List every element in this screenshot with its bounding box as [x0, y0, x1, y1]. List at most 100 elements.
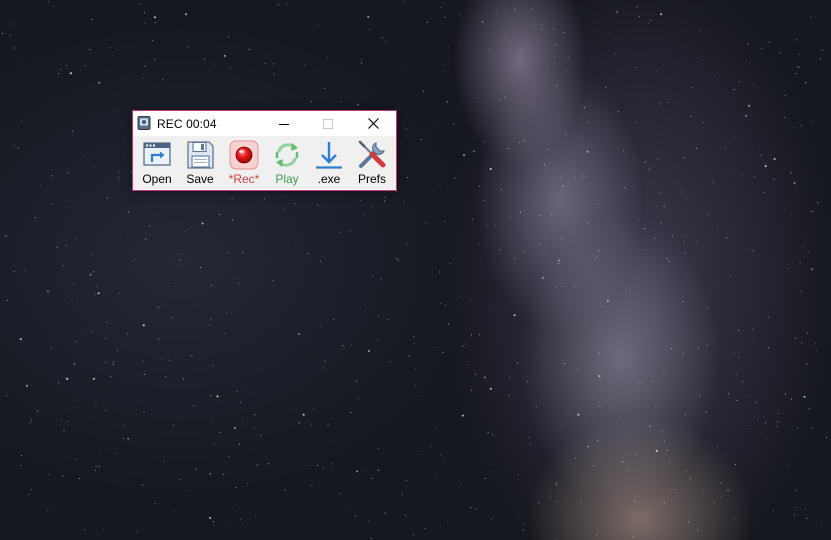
star: [96, 285, 98, 287]
star: [606, 299, 609, 302]
star: [149, 225, 151, 227]
star: [523, 140, 525, 141]
star: [663, 502, 665, 504]
star: [95, 293, 97, 295]
title-bar[interactable]: REC 00:04: [133, 111, 396, 136]
star: [491, 434, 493, 435]
star: [498, 99, 500, 101]
star: [324, 360, 326, 362]
star: [20, 464, 22, 466]
star: [347, 231, 349, 232]
star: [73, 283, 75, 284]
star: [473, 150, 476, 153]
record-button[interactable]: *Rec*: [221, 136, 267, 189]
star: [351, 230, 352, 232]
star: [561, 425, 563, 427]
star: [768, 316, 770, 318]
star: [75, 459, 77, 461]
star: [136, 530, 138, 532]
star: [105, 362, 107, 364]
star: [796, 39, 798, 41]
star: [98, 292, 100, 294]
star: [185, 13, 187, 16]
star: [75, 399, 77, 401]
star: [636, 6, 638, 8]
preferences-button[interactable]: Prefs: [351, 136, 393, 189]
star: [793, 182, 796, 185]
star: [144, 22, 146, 24]
star: [697, 347, 699, 349]
star: [128, 211, 130, 213]
star: [465, 343, 467, 345]
maximize-button[interactable]: [305, 111, 350, 136]
star: [268, 463, 270, 464]
star: [114, 452, 116, 454]
star: [46, 290, 49, 293]
star: [659, 191, 661, 193]
star: [414, 385, 416, 387]
star: [62, 475, 64, 477]
star: [761, 434, 763, 435]
star: [634, 454, 636, 456]
star: [173, 424, 175, 426]
star: [134, 258, 136, 260]
close-button[interactable]: [351, 111, 396, 136]
star: [670, 348, 672, 350]
star: [460, 296, 462, 298]
star: [733, 518, 735, 520]
star: [557, 263, 559, 265]
star: [563, 221, 565, 223]
star: [567, 56, 569, 58]
star: [471, 218, 473, 220]
star: [756, 401, 757, 403]
star: [507, 147, 509, 149]
star: [586, 150, 589, 153]
star: [580, 500, 581, 502]
star: [616, 10, 618, 12]
star: [487, 224, 489, 226]
star: [784, 116, 786, 118]
star: [518, 142, 520, 144]
star: [424, 527, 426, 529]
star: [553, 56, 555, 58]
star: [188, 46, 190, 48]
star: [821, 521, 823, 523]
star: [402, 69, 404, 71]
star: [561, 359, 563, 361]
save-button[interactable]: Save: [180, 136, 220, 189]
star: [519, 518, 521, 520]
star: [306, 465, 308, 467]
star: [625, 156, 627, 157]
minimize-button[interactable]: [261, 111, 306, 136]
star: [763, 192, 765, 194]
star: [523, 523, 524, 525]
export-exe-button[interactable]: .exe: [309, 136, 349, 189]
star: [4, 235, 7, 238]
star: [209, 324, 211, 326]
star: [808, 408, 810, 410]
open-button[interactable]: Open: [137, 136, 177, 189]
star: [539, 243, 541, 245]
star: [320, 261, 321, 263]
star: [235, 510, 237, 512]
star: [794, 514, 796, 516]
star: [339, 231, 341, 233]
star: [89, 49, 91, 50]
star: [157, 306, 159, 308]
star: [87, 152, 89, 154]
recorder-window[interactable]: REC 00:04 Open Save *Rec* Play .exe Pref…: [132, 110, 397, 191]
star: [810, 210, 812, 212]
star: [684, 234, 686, 236]
star: [162, 79, 164, 81]
star: [422, 90, 424, 92]
star: [4, 202, 6, 204]
star: [243, 390, 245, 392]
play-button[interactable]: Play: [267, 136, 307, 189]
star: [720, 496, 722, 497]
star: [440, 303, 441, 304]
star: [381, 37, 383, 39]
star: [195, 468, 197, 470]
star: [705, 411, 707, 413]
star: [551, 214, 553, 216]
star: [154, 503, 156, 504]
